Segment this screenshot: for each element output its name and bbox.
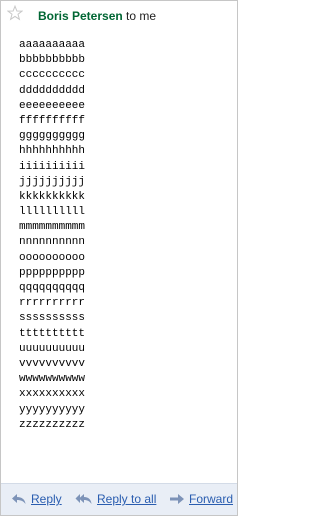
message-actions-bar: Reply Reply to all Forward (1, 483, 237, 515)
message-line: hhhhhhhhhh (19, 145, 86, 158)
message-line: tttttttttt (19, 327, 86, 340)
reply-button[interactable]: Reply (11, 492, 62, 506)
message-line: dddddddddd (19, 84, 86, 97)
message-line: oooooooooo (19, 251, 86, 264)
star-icon[interactable] (6, 4, 24, 21)
message-line: cccccccccc (19, 69, 86, 82)
reply-arrow-icon (12, 494, 26, 504)
message-line: qqqqqqqqqq (19, 282, 86, 294)
reply-all-arrow-icon (75, 494, 92, 504)
message-line: kkkkkkkkkk (19, 190, 86, 203)
message-line: ssssssssss (19, 312, 86, 325)
message-line: bbbbbbbbbb (19, 54, 86, 67)
message-line: llllllllll (19, 206, 86, 219)
message-line: xxxxxxxxxx (19, 388, 86, 401)
message-line: aaaaaaaaaa (19, 39, 86, 51)
reply-label: Reply (31, 492, 62, 506)
message-line: ffffffffff (19, 114, 86, 127)
message-line: rrrrrrrrrr (19, 297, 86, 310)
message-body: aaaaaaaaaa bbbbbbbbbb cccccccccc dddddddddd… (19, 38, 85, 433)
message-line: nnnnnnnnnn (19, 236, 86, 249)
message-pane: Boris Petersen to me aaaaaaaaaa bbbbbbbbb… (0, 0, 238, 516)
message-line: gggggggggg (19, 130, 86, 143)
sender-name[interactable]: Boris Petersen (38, 9, 123, 23)
message-line: uuuuuuuuuu (19, 342, 86, 355)
message-line: pppppppppp (19, 266, 86, 279)
message-header: Boris Petersen to me (1, 1, 237, 29)
reply-all-button[interactable]: Reply to all (75, 492, 156, 506)
message-line: jjjjjjjjjj (19, 175, 86, 188)
forward-arrow-icon (170, 494, 184, 504)
forward-label: Forward (189, 492, 234, 506)
message-line: yyyyyyyyyy (19, 403, 86, 416)
forward-button[interactable]: Forward (169, 492, 233, 506)
message-line: zzzzzzzzzz (19, 418, 86, 431)
message-line: wwwwwwwwww (19, 373, 86, 386)
message-line: mmmmmmmmmm (19, 221, 86, 234)
sender-line: Boris Petersen to me (38, 9, 156, 23)
message-line: vvvvvvvvvv (19, 357, 86, 370)
message-line: eeeeeeeeee (19, 99, 86, 112)
reply-all-label: Reply to all (97, 492, 157, 506)
recipient-text: to me (122, 9, 157, 23)
message-line: iiiiiiiiii (19, 160, 86, 173)
